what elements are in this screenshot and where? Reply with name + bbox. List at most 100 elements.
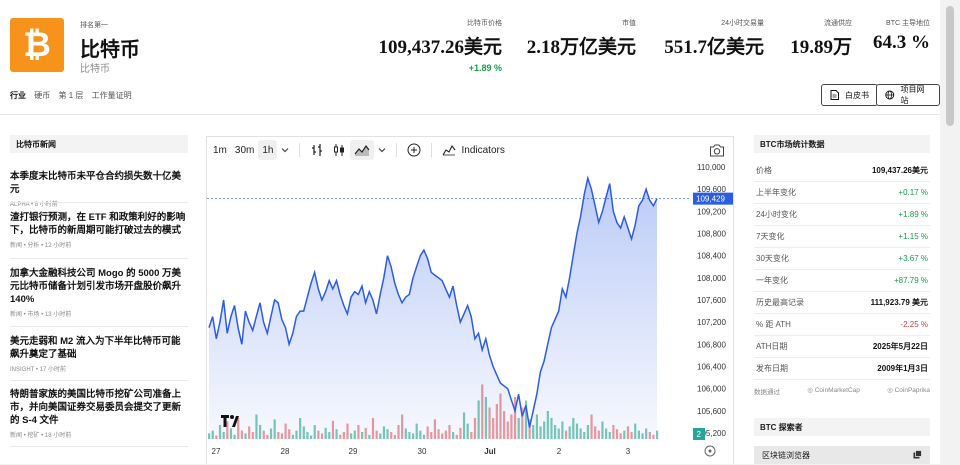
explorer-label: 区块链浏览器 (762, 451, 810, 460)
globe-icon (885, 90, 895, 100)
y-tick-label: 106,400 (697, 363, 726, 372)
market-stat-key: 价格 (756, 166, 772, 175)
stat-label: 流通供应 (824, 20, 852, 27)
market-stat-key: 7天变化 (756, 232, 785, 241)
x-tick-label: 27 (212, 447, 221, 456)
news-divider (10, 326, 188, 327)
indicators-icon (443, 144, 456, 156)
source-name: CoinPaprika (894, 387, 930, 394)
coinpaprika-icon: ◎ (887, 387, 895, 394)
interval-1h-button[interactable]: 1h (258, 140, 278, 160)
go-to-realtime-icon[interactable] (704, 445, 716, 457)
news-item[interactable]: 特朗普家族的美国比特币挖矿公司准备上市，并向美国证券交易委员会提交了更新的 S-… (10, 388, 188, 439)
price-chart-panel: 1m 30m 1h Indicators 110,000 109,600 109… (206, 136, 734, 464)
x-tick-label: 30 (418, 447, 427, 456)
stat-volume: 24小时交易量 551.7亿美元 (664, 18, 764, 59)
y-tick-label: 108,800 (697, 230, 726, 239)
news-divider (10, 446, 188, 447)
page-scrollbar[interactable] (940, 0, 960, 464)
market-stat-value: +3.67 % (898, 254, 928, 263)
add-compare-plus-icon[interactable] (403, 140, 425, 160)
market-stat-row: 30天变化 +3.67 % (754, 248, 930, 270)
news-meta: 新闻 • 挖矿 • 18 小时前 (10, 433, 72, 439)
news-meta: 新闻 • 分析 • 12 小时前 (10, 243, 72, 249)
tag-industry: 行业 (10, 91, 26, 100)
news-title[interactable]: 本季度末比特币未平仓合约损失数十亿美元 (10, 170, 188, 196)
x-tick-label: Jul (484, 447, 496, 456)
market-stat-row: ATH日期 2025年5月22日 (754, 336, 930, 358)
price-area-chart[interactable]: 110,000109,600109,200108,800108,400108,0… (207, 163, 733, 465)
source-coinpaprika[interactable]: ◎ CoinPaprika (887, 386, 930, 396)
price-area-fill (209, 178, 657, 439)
stat-value: 64.3 % (873, 32, 930, 53)
stat-value: 551.7亿美元 (664, 37, 764, 58)
news-meta: 新闻 • 市场 • 13 小时前 (10, 312, 72, 318)
market-stat-key: ATH日期 (756, 342, 788, 351)
area-chart-type-icon[interactable] (350, 140, 375, 160)
copy-icon (913, 450, 922, 459)
blockchain-explorer-item[interactable]: 区块链浏览器 (754, 446, 930, 464)
candlestick-chart-type-icon[interactable] (328, 140, 350, 160)
market-stat-row: 发布日期 2009年1月3日 (754, 358, 930, 380)
y-tick-label: 107,200 (697, 318, 726, 327)
stat-price: 比特币价格 109,437.26美元 +1.89 % (378, 18, 502, 73)
stat-value: 2.18万亿美元 (526, 37, 636, 58)
market-stat-row: 价格 109,437.26美元 (754, 160, 930, 182)
market-stat-row: % 距 ATH -2.25 % (754, 314, 930, 336)
market-stat-key: 历史最高记录 (756, 298, 804, 307)
tag-list: 行业 硬币 第 1 层 工作量证明 (10, 90, 138, 101)
stat-value: 19.89万 (790, 37, 852, 58)
data-source-label: 数据通过 (754, 389, 780, 396)
document-icon (830, 90, 839, 100)
tag-item[interactable]: 硬币 (34, 91, 50, 100)
market-stat-value: 2025年5月22日 (872, 342, 928, 351)
stat-value: 109,437.26美元 (378, 37, 502, 58)
bitcoin-logo-icon: ₿ (10, 18, 64, 72)
tag-item[interactable]: 工作量证明 (92, 91, 132, 100)
news-title[interactable]: 渣打银行预测，在 ETF 和政策利好的影响下，比特币的新周期可能打破过去的模式 (10, 211, 188, 237)
market-stat-value: 109,437.26美元 (871, 166, 928, 175)
interval-30m-button[interactable]: 30m (231, 140, 258, 160)
page: ₿ 排名第一 比特币 比特币 比特币价格 109,437.26美元 +1.89 … (0, 0, 940, 464)
stat-label: 市值 (622, 20, 636, 27)
toolbar-divider (299, 143, 301, 157)
scrollbar-thumb[interactable] (946, 6, 954, 126)
market-stat-key: 一年变化 (756, 276, 788, 285)
news-item[interactable]: 加拿大金融科技公司 Mogo 的 5000 万美元比特币储备计划引发市场开盘股价… (10, 267, 188, 318)
news-title[interactable]: 特朗普家族的美国比特币挖矿公司准备上市，并向美国证券交易委员会提交了更新的 S-… (10, 388, 188, 427)
market-stat-value: +1.15 % (898, 232, 928, 241)
tag-item[interactable]: 第 1 层 (58, 91, 83, 100)
coin-subname: 比特币 (80, 64, 110, 75)
news-item[interactable]: 渣打银行预测，在 ETF 和政策利好的影响下，比特币的新周期可能打破过去的模式 … (10, 211, 188, 249)
market-stat-value: +0.17 % (898, 188, 928, 197)
chart-type-chevron-down-icon[interactable] (374, 140, 390, 160)
news-title[interactable]: 加拿大金融科技公司 Mogo 的 5000 万美元比特币储备计划引发市场开盘股价… (10, 267, 188, 306)
x-tick-label: 29 (349, 447, 358, 456)
market-stat-value: 111,923.79 美元 (870, 298, 928, 307)
market-stat-key: 上半年变化 (756, 188, 796, 197)
stat-label: BTC 主导地位 (886, 20, 930, 27)
market-stat-row: 上半年变化 +0.17 % (754, 182, 930, 204)
camera-snapshot-icon[interactable] (705, 140, 729, 160)
news-item[interactable]: 美元走弱和 M2 流入为下半年比特币可能飙升奠定了基础 INSIGHT • 17… (10, 335, 188, 373)
y-tick-label: 109,200 (697, 207, 726, 216)
stat-market-cap: 市值 2.18万亿美元 (527, 18, 636, 59)
bar-chart-type-icon[interactable] (306, 140, 328, 160)
indicators-button[interactable]: Indicators (438, 140, 508, 160)
interval-dropdown-chevron-down-icon[interactable] (277, 140, 293, 160)
btc-explorer-header: BTC 探索者 (754, 418, 930, 436)
interval-1m-button[interactable]: 1m (209, 140, 231, 160)
project-website-button[interactable]: 项目网站 (876, 84, 940, 106)
y-tick-label: 110,000 (697, 163, 726, 172)
market-stat-value: 2009年1月3日 (877, 364, 928, 373)
news-title[interactable]: 美元走弱和 M2 流入为下半年比特币可能飙升奠定了基础 (10, 335, 188, 361)
whitepaper-button[interactable]: 白皮书 (821, 84, 878, 106)
data-sources: 数据通过 ◎ CoinMarketCap ◎ CoinPaprika (754, 386, 930, 396)
source-coinmarketcap[interactable]: ◎ CoinMarketCap (807, 386, 860, 396)
stat-change: +1.89 % (468, 63, 502, 73)
market-stat-row: 24小时变化 +1.89 % (754, 204, 930, 226)
toolbar-divider (396, 143, 398, 157)
stat-btc-dominance: BTC 主导地位 64.3 % (873, 18, 930, 54)
header-divider (0, 114, 940, 115)
coinmarketcap-icon: ◎ (807, 387, 815, 394)
